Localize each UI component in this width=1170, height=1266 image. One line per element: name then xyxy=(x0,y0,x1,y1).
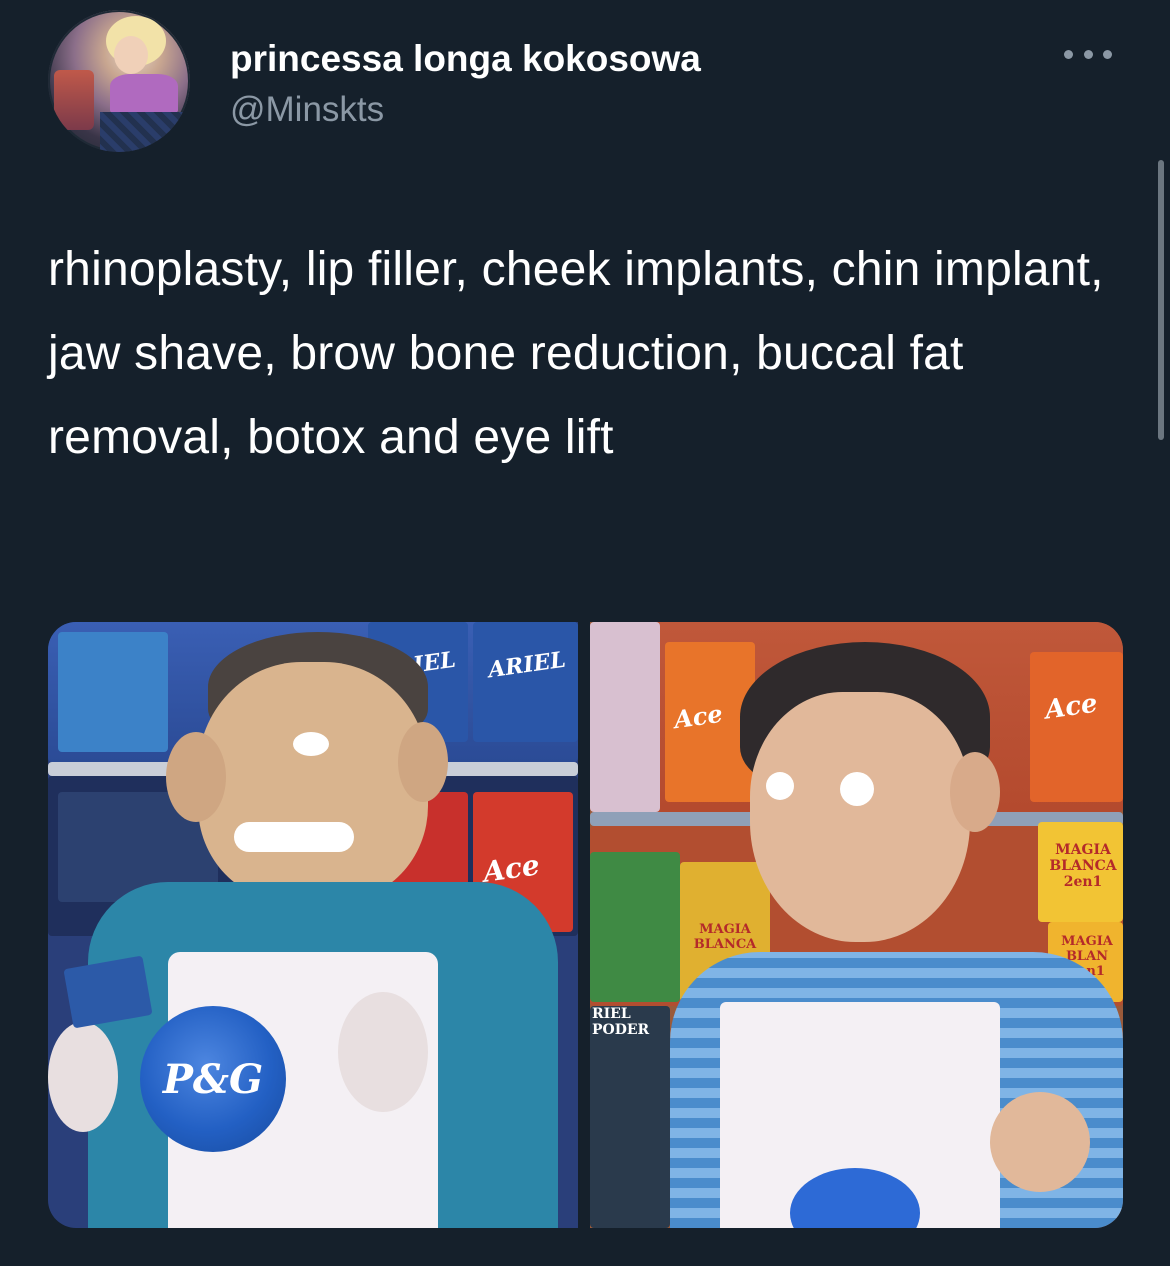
shelf-lower xyxy=(590,1006,670,1228)
character-ear xyxy=(398,722,448,802)
tweet-text: rhinoplasty, lip filler, cheek implants,… xyxy=(48,243,1104,464)
product-box xyxy=(473,622,578,742)
product-box xyxy=(590,622,660,812)
media-image-right[interactable]: Ace Ace MAGIA BLANCA 2en1 MAGIA BLANCA M… xyxy=(590,622,1123,1228)
character-face xyxy=(198,662,428,902)
avatar-skirt xyxy=(100,112,184,152)
character-eye xyxy=(293,732,329,756)
tweet-media[interactable]: ARIEL ARIEL Ace P&G xyxy=(48,622,1123,1228)
character-eye xyxy=(766,772,794,800)
brand-label: RIEL PODER xyxy=(592,1006,650,1038)
avatar[interactable] xyxy=(48,10,190,152)
avatar-top xyxy=(110,74,178,114)
character-face xyxy=(750,692,970,942)
brand-label: MAGIA BLANCA xyxy=(693,922,757,952)
character-hand xyxy=(990,1092,1090,1192)
more-dot xyxy=(1103,49,1112,59)
product-box xyxy=(590,852,680,1002)
pg-logo: P&G xyxy=(140,1006,286,1152)
scrollbar[interactable] xyxy=(1158,160,1164,440)
avatar-face xyxy=(114,36,148,74)
brand-label: MAGIA BLANCA 2en1 xyxy=(1049,842,1117,890)
product-box xyxy=(58,632,168,752)
author-handle[interactable]: @Minskts xyxy=(230,90,384,130)
character-teeth xyxy=(234,822,354,852)
author-name[interactable]: princessa longa kokosowa xyxy=(230,38,701,80)
tweet-page: princessa longa kokosowa @Minskts rhinop… xyxy=(0,0,1170,1266)
character-ear xyxy=(166,732,226,822)
media-image-left[interactable]: ARIEL ARIEL Ace P&G xyxy=(48,622,578,1228)
character-eye xyxy=(840,772,874,806)
more-dot xyxy=(1083,49,1093,59)
product-box xyxy=(1030,652,1123,802)
character-ear xyxy=(950,752,1000,832)
character-glove xyxy=(48,1022,118,1132)
more-options-icon[interactable] xyxy=(1064,44,1112,64)
more-dot xyxy=(1064,49,1073,59)
tweet-header: princessa longa kokosowa @Minskts xyxy=(48,10,1128,160)
character-glove xyxy=(338,992,428,1112)
avatar-background-shelf xyxy=(54,70,94,130)
